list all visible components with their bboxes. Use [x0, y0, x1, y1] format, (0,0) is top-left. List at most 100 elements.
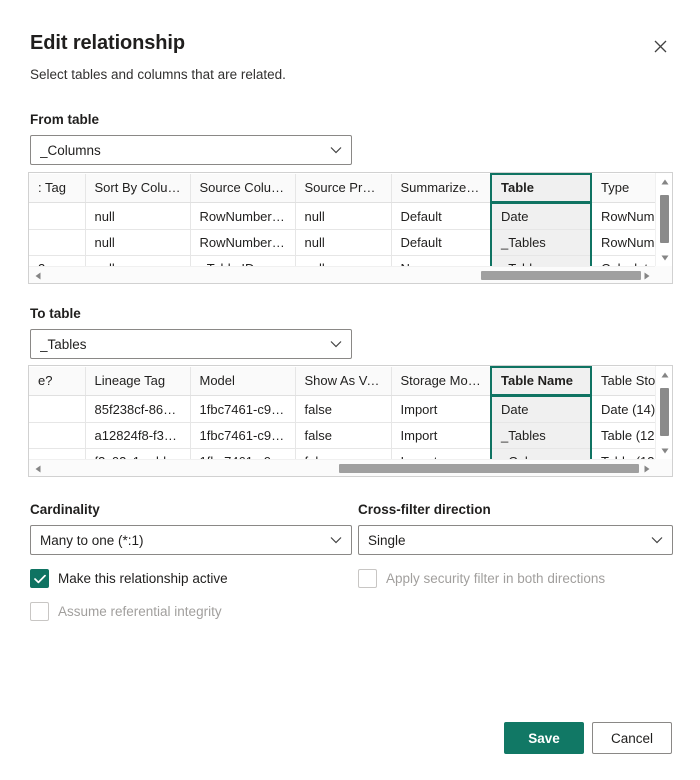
from-grid-cell[interactable]: _Table ID: [190, 255, 296, 266]
cross-filter-dropdown[interactable]: Single: [358, 525, 673, 555]
to-grid-cell[interactable]: 1fbc7461-c99...: [190, 422, 296, 449]
from-grid-horizontal-scrollbar[interactable]: [29, 266, 655, 283]
close-button[interactable]: [644, 30, 676, 62]
to-grid-cell[interactable]: Date (14): [591, 395, 655, 423]
from-grid-cell[interactable]: Default: [391, 229, 492, 256]
to-grid-cell[interactable]: false: [295, 422, 392, 449]
from-grid-cell[interactable]: CalculatedTab...: [591, 255, 655, 266]
from-grid-hscroll-thumb[interactable]: [481, 271, 641, 280]
from-table-label: From table: [30, 112, 100, 127]
table-row[interactable]: a12824f8-f39... 1fbc7461-c99... false Impor…: [29, 422, 655, 449]
scroll-right-icon[interactable]: [638, 460, 655, 476]
to-grid-column-header[interactable]: Storage Mode: [391, 367, 492, 396]
to-grid-cell[interactable]: 1fbc7461-c99...: [190, 448, 296, 459]
from-grid-column-header[interactable]: Summarize By: [391, 174, 492, 203]
assume-referential-integrity-checkbox[interactable]: Assume referential integrity: [30, 602, 352, 621]
from-grid-cell[interactable]: null: [85, 229, 191, 256]
from-grid-vscroll-thumb[interactable]: [660, 195, 669, 243]
to-grid-cell[interactable]: [29, 448, 86, 459]
from-grid-column-header[interactable]: Source Provid...: [295, 174, 392, 203]
from-grid-cell[interactable]: Default: [391, 202, 492, 230]
to-grid-cell[interactable]: _Columns: [490, 448, 592, 459]
to-grid-horizontal-scrollbar[interactable]: [29, 459, 655, 476]
from-grid-cell[interactable]: RowNumber: [591, 229, 655, 256]
chevron-down-icon: [330, 340, 342, 348]
cardinality-dropdown[interactable]: Many to one (*:1): [30, 525, 352, 555]
apply-security-filter-checkbox[interactable]: Apply security filter in both directions: [358, 569, 673, 588]
from-grid-column-header[interactable]: Table: [490, 173, 592, 204]
cardinality-value: Many to one (*:1): [40, 532, 144, 548]
scroll-right-icon[interactable]: [638, 267, 655, 283]
to-grid-column-header[interactable]: Show As Varia...: [295, 367, 392, 396]
to-grid-cell[interactable]: false: [295, 395, 392, 423]
to-grid-cell[interactable]: [29, 422, 86, 449]
page-title: Edit relationship: [30, 32, 185, 54]
table-row[interactable]: nullRowNumber-...nullDefaultDateRowNumbe…: [29, 202, 655, 230]
to-grid-cell[interactable]: [29, 395, 86, 423]
to-table-dropdown[interactable]: _Tables: [30, 329, 352, 359]
table-row[interactable]: 2e-88...null_Table IDnullNone_TablesCalc…: [29, 255, 655, 266]
from-grid-cell[interactable]: RowNumber-...: [190, 202, 296, 230]
chevron-down-icon: [330, 146, 342, 154]
to-grid-column-header[interactable]: Table Storage: [591, 367, 655, 396]
to-grid-vertical-scrollbar[interactable]: [655, 366, 672, 459]
from-grid-cell[interactable]: _Tables: [490, 229, 592, 256]
to-grid-column-header[interactable]: e?: [29, 367, 86, 396]
from-grid-column-header[interactable]: Source Column: [190, 174, 296, 203]
cancel-button[interactable]: Cancel: [592, 722, 672, 754]
scroll-down-icon[interactable]: [656, 249, 672, 266]
to-grid-cell[interactable]: Table (12668): [591, 422, 655, 449]
make-relationship-active-checkbox[interactable]: Make this relationship active: [30, 569, 352, 588]
to-grid-cell[interactable]: Import: [391, 395, 492, 423]
from-grid-cell[interactable]: RowNumber: [591, 202, 655, 230]
to-grid-cell[interactable]: f3c02c1e-dd2...: [85, 448, 191, 459]
to-grid-cell[interactable]: false: [295, 448, 392, 459]
save-button[interactable]: Save: [504, 722, 584, 754]
close-icon: [654, 40, 667, 53]
to-grid-cell[interactable]: Import: [391, 422, 492, 449]
make-relationship-active-label: Make this relationship active: [58, 571, 228, 586]
from-grid-cell[interactable]: None: [391, 255, 492, 266]
from-grid-cell[interactable]: null: [295, 229, 392, 256]
from-grid-cell[interactable]: null: [295, 255, 392, 266]
from-grid-cell[interactable]: null: [85, 255, 191, 266]
scroll-down-icon[interactable]: [656, 442, 672, 459]
to-grid-vscroll-thumb[interactable]: [660, 388, 669, 436]
to-grid-cell[interactable]: 1fbc7461-c99...: [190, 395, 296, 423]
scroll-up-icon[interactable]: [656, 173, 672, 190]
from-grid-cell[interactable]: null: [85, 202, 191, 230]
from-grid-vertical-scrollbar[interactable]: [655, 173, 672, 266]
to-grid-column-header[interactable]: Lineage Tag: [85, 367, 191, 396]
from-grid-column-header[interactable]: Type: [591, 174, 655, 203]
from-table-grid[interactable]: : Tag Sort By Column Source Column Source P…: [28, 172, 673, 284]
from-grid-cell[interactable]: 2e-88...: [29, 255, 86, 266]
from-grid-scroll-corner: [655, 266, 672, 283]
to-grid-cell[interactable]: _Tables: [490, 422, 592, 449]
from-table-dropdown[interactable]: _Columns: [30, 135, 352, 165]
dialog-header: Edit relationship Select tables and colu…: [30, 30, 676, 84]
from-grid-cell[interactable]: [29, 229, 86, 256]
to-grid-column-header[interactable]: Table Name: [490, 366, 592, 397]
to-grid-hscroll-thumb[interactable]: [339, 464, 639, 473]
from-grid-table: : Tag Sort By Column Source Column Source P…: [29, 173, 655, 266]
table-row[interactable]: f3c02c1e-dd2...1fbc7461-c99...falseImpor…: [29, 448, 655, 459]
to-grid-cell[interactable]: a12824f8-f39...: [85, 422, 191, 449]
scroll-left-icon[interactable]: [29, 460, 46, 476]
table-row[interactable]: 85f238cf-860... 1fbc7461-c99... false Impor…: [29, 395, 655, 423]
to-grid-cell[interactable]: Import: [391, 448, 492, 459]
to-grid-cell[interactable]: Table (13105): [591, 448, 655, 459]
from-grid-column-header[interactable]: Sort By Column: [85, 174, 191, 203]
to-table-grid[interactable]: e? Lineage Tag Model Show As Varia... Storag…: [28, 365, 673, 477]
to-grid-column-header[interactable]: Model: [190, 367, 296, 396]
from-grid-cell[interactable]: RowNumber-...: [190, 229, 296, 256]
to-grid-cell[interactable]: 85f238cf-860...: [85, 395, 191, 423]
scroll-up-icon[interactable]: [656, 366, 672, 383]
from-grid-column-header[interactable]: : Tag: [29, 174, 86, 203]
from-grid-cell[interactable]: _Tables: [490, 255, 592, 266]
to-grid-cell[interactable]: Date: [490, 395, 592, 423]
from-grid-cell[interactable]: [29, 202, 86, 230]
from-grid-cell[interactable]: Date: [490, 202, 592, 230]
scroll-left-icon[interactable]: [29, 267, 46, 283]
table-row[interactable]: null RowNumber-... null Default _Tables RowNu…: [29, 229, 655, 256]
from-grid-cell[interactable]: null: [295, 202, 392, 230]
